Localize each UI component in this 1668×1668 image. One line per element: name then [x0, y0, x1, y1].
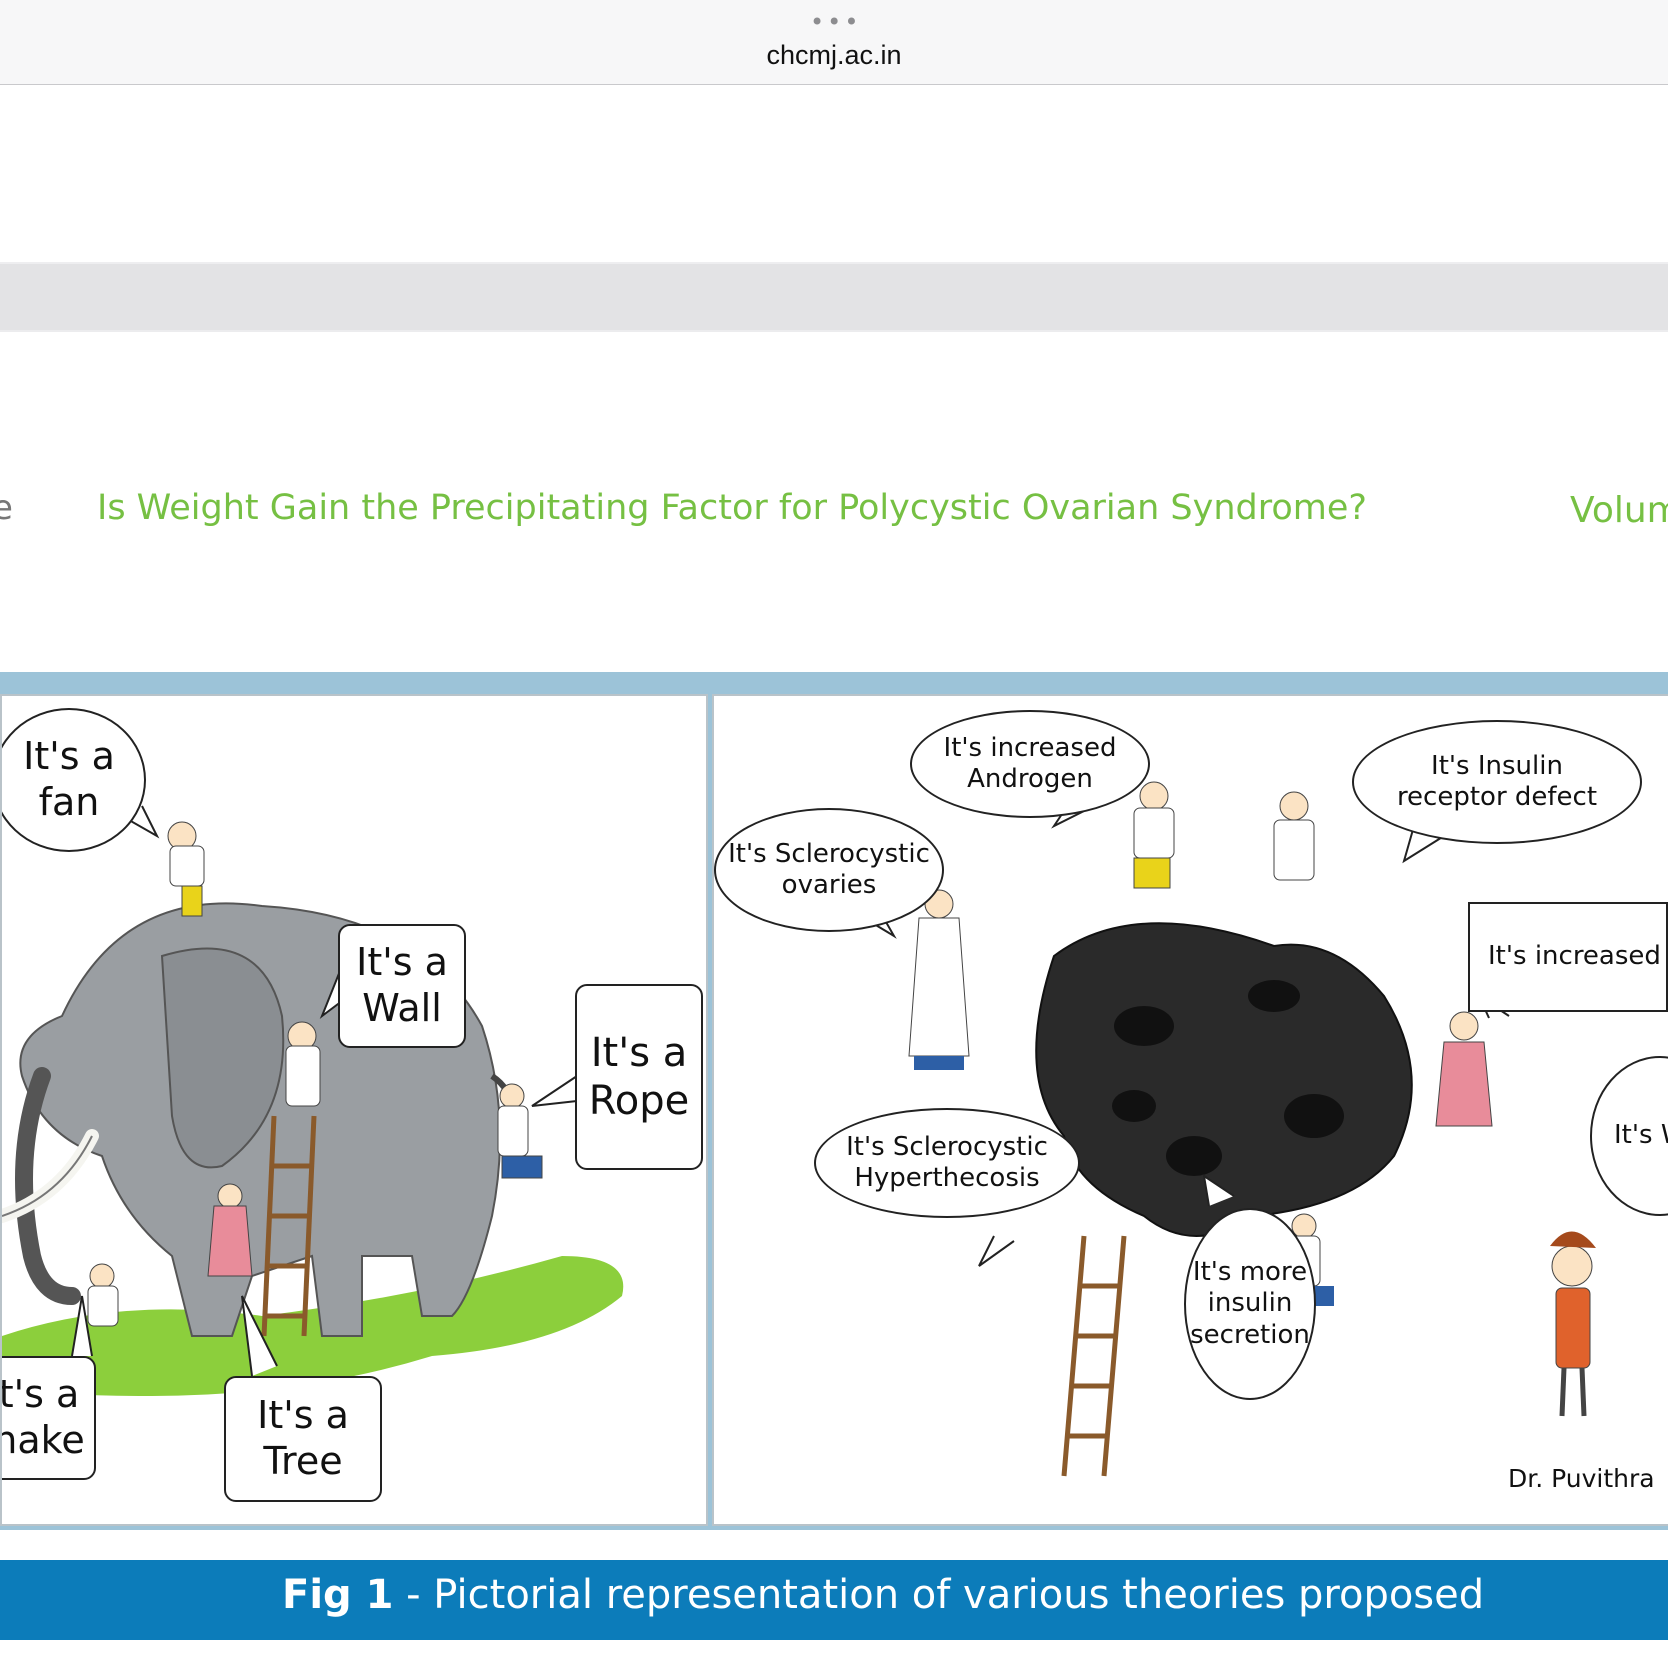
elephant-panel: It's a fan It's a Wall It's a Rope t's a…	[0, 694, 708, 1526]
scientist-top-right-figure	[1273, 791, 1315, 881]
sclerocystic-ovaries-bubble-text: It's Sclerocystic ovaries	[728, 838, 930, 900]
figure-1: It's a fan It's a Wall It's a Rope t's a…	[0, 672, 1668, 1530]
site-nav-band	[0, 262, 1668, 332]
insulin-secretion-bubble-text: It's more insulin secretion	[1190, 1257, 1310, 1350]
man-on-ladder-figure	[285, 1021, 321, 1107]
rope-bubble-tail	[531, 1075, 578, 1107]
follicle	[1112, 1090, 1156, 1122]
woman-right-figure	[1435, 1011, 1493, 1127]
insulin-secretion-bubble: It's more insulin secretion	[1184, 1208, 1316, 1400]
rope-bubble: It's a Rope	[575, 984, 703, 1170]
browser-top-bar: ••• chcmj.ac.in	[0, 0, 1668, 85]
increased-lh-bubble: It's increased LH	[1468, 902, 1668, 1012]
hyperthecosis-bubble-text: It's Sclerocystic Hyperthecosis	[846, 1131, 1048, 1193]
pcos-theories-panel: It's increased Androgen It's Sclerocysti…	[712, 694, 1668, 1526]
volume-label: Volum	[1570, 490, 1668, 531]
increased-lh-bubble-text: It's increased LH	[1488, 941, 1668, 972]
man-at-tail-figure	[497, 1083, 543, 1179]
tree-bubble: It's a Tree	[224, 1376, 382, 1502]
follicle	[1114, 1006, 1174, 1046]
sclerocystic-ovaries-bubble: It's Sclerocystic ovaries	[714, 808, 944, 932]
snake-bubble: t's a hake	[0, 1356, 96, 1480]
follicle	[1248, 980, 1300, 1012]
snake-bubble-text: t's a hake	[0, 1372, 85, 1462]
figure-caption-text: - Pictorial representation of various th…	[393, 1572, 1485, 1618]
insulin-receptor-bubble-text: It's Insulin receptor defect	[1396, 750, 1598, 812]
scientist-left-figure	[908, 889, 970, 1070]
man-on-head-figure	[167, 821, 205, 917]
androgen-bubble-text: It's increased Androgen	[943, 732, 1117, 794]
androgen-bubble: It's increased Androgen	[910, 710, 1150, 818]
header-left-fragment: e	[0, 488, 13, 528]
hyperthecosis-bubble: It's Sclerocystic Hyperthecosis	[814, 1108, 1080, 1218]
wall-bubble: It's a Wall	[338, 924, 466, 1048]
figure-caption-label: Fig 1	[282, 1572, 394, 1618]
insulin-receptor-bubble: It's Insulin receptor defect	[1352, 720, 1642, 844]
scientist-top-figure	[1133, 781, 1175, 889]
tabs-indicator-icon[interactable]: •••	[810, 10, 861, 34]
signature-label: Dr. Puvithra	[1508, 1464, 1655, 1493]
url-field[interactable]: chcmj.ac.in	[0, 40, 1668, 71]
article-title[interactable]: Is Weight Gain the Precipitating Factor …	[97, 488, 1367, 528]
follicle	[1166, 1136, 1222, 1176]
ladder-right	[1061, 1235, 1127, 1477]
figure-caption: Fig 1 - Pictorial representation of vari…	[282, 1572, 1484, 1618]
rope-bubble-text: It's a Rope	[588, 1030, 690, 1124]
partial-w-bubble-text: It's W	[1614, 1120, 1668, 1151]
figure-caption-bar: Fig 1 - Pictorial representation of vari…	[0, 1560, 1668, 1640]
follicle	[1284, 1094, 1344, 1138]
doctor-figure	[1550, 1231, 1596, 1417]
wall-bubble-text: It's a Wall	[356, 940, 448, 1030]
man-at-trunk-figure	[87, 1263, 119, 1327]
tree-bubble-text: It's a Tree	[257, 1393, 349, 1483]
fan-bubble-text: It's a fan	[23, 734, 115, 824]
article-header-row: e Is Weight Gain the Precipitating Facto…	[0, 480, 1668, 540]
hyperthecosis-bubble-tail	[978, 1235, 1015, 1267]
